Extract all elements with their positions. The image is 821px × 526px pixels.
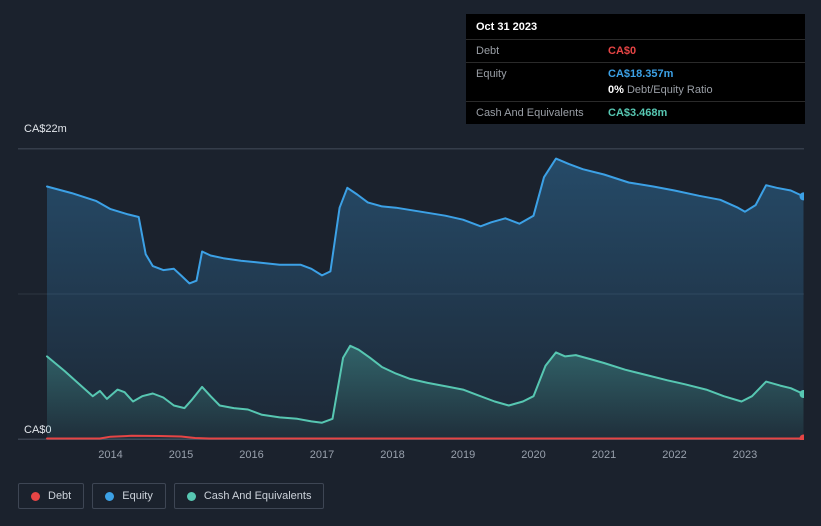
x-axis: 2014 2015 2016 2017 2018 2019 2020 2021 2022 2023 [18, 449, 804, 463]
chart-legend: Debt Equity Cash And Equivalents [18, 483, 325, 509]
equity-dot-icon [105, 491, 115, 501]
x-tick-label: 2014 [98, 449, 123, 461]
tooltip-debt-label: Debt [476, 45, 500, 57]
debt-dot-icon [31, 491, 40, 501]
legend-equity-label: Equity [122, 490, 153, 502]
tooltip-debt-value: CA$0 [608, 45, 637, 57]
legend-cash-label: Cash And Equivalents [203, 490, 312, 502]
tooltip-ratio: 0% Debt/Equity Ratio [608, 84, 713, 96]
x-tick-label: 2019 [450, 449, 476, 461]
tooltip-cash-row: Cash And Equivalents CA$3.468m [466, 102, 805, 124]
tooltip-ratio-label: Debt/Equity Ratio [626, 84, 713, 96]
plot-area[interactable] [18, 148, 804, 440]
legend-debt-label: Debt [48, 490, 72, 502]
tooltip-date: Oct 31 2023 [466, 14, 805, 40]
legend-item-debt[interactable]: Debt [18, 483, 85, 509]
tooltip-equity-value: CA$18.357m [608, 68, 674, 80]
y-axis-top-label: CA$22m [24, 123, 67, 135]
tooltip-ratio-value: 0% [608, 84, 624, 96]
x-tick-label: 2015 [168, 449, 194, 461]
legend-item-cash[interactable]: Cash And Equivalents [173, 483, 325, 509]
chart-tooltip: Oct 31 2023 Debt CA$0 Equity CA$18.357m … [466, 14, 805, 124]
tooltip-cash-label: Cash And Equivalents [476, 107, 584, 119]
x-tick-label: 2022 [662, 449, 687, 461]
tooltip-equity-row: Equity CA$18.357m 0% Debt/Equity Ratio [466, 63, 805, 102]
legend-item-equity[interactable]: Equity [92, 483, 166, 509]
x-tick-label: 2020 [521, 449, 546, 461]
tooltip-equity-label: Equity [476, 68, 507, 80]
tooltip-cash-value: CA$3.468m [608, 107, 668, 119]
x-tick-label: 2021 [591, 449, 617, 461]
x-tick-label: 2018 [380, 449, 405, 461]
x-tick-label: 2023 [732, 449, 758, 461]
tooltip-debt-row: Debt CA$0 [466, 40, 805, 63]
x-tick-label: 2017 [309, 449, 335, 461]
cash-dot-icon [186, 491, 196, 501]
x-tick-label: 2016 [239, 449, 264, 461]
